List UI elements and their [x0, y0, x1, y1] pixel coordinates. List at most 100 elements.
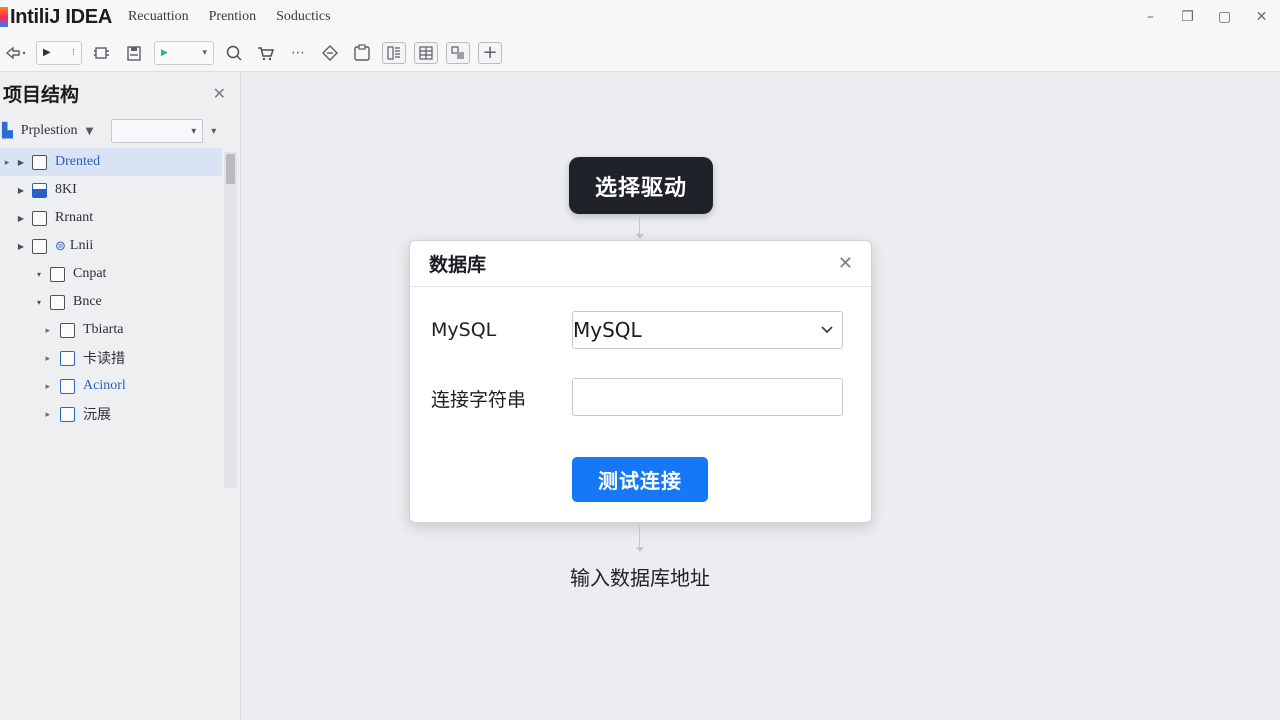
- window-controls: – ❐ ▢ ✕: [1132, 0, 1280, 34]
- globe-icon: ⊜: [55, 238, 66, 253]
- expand-arrow-icon[interactable]: ▸: [0, 325, 56, 336]
- expand-arrow-icon[interactable]: ▸: [0, 381, 56, 392]
- build-button[interactable]: [90, 41, 114, 65]
- tree-item-label: 沅展: [83, 408, 111, 423]
- search-button[interactable]: [222, 41, 246, 65]
- collapse-arrow-icon[interactable]: ▾: [14, 298, 46, 307]
- layout-button[interactable]: [382, 41, 406, 64]
- cart-icon: [258, 46, 275, 60]
- checkbox[interactable]: [32, 210, 47, 226]
- tree-item[interactable]: ▾ Cnpat: [0, 260, 222, 288]
- checkbox[interactable]: [32, 182, 47, 198]
- more-icon: ⋯: [291, 44, 305, 61]
- tree-item[interactable]: ▸ 卡读措: [0, 344, 222, 372]
- git-button[interactable]: [318, 41, 342, 65]
- checkbox[interactable]: [60, 322, 75, 338]
- project-filter-bar: ▙ Prplestion ▼ ▾ ▾: [0, 114, 240, 148]
- expand-arrow-icon[interactable]: ▶: [14, 158, 28, 167]
- menu-item-prention[interactable]: Prention: [209, 9, 256, 25]
- save-icon: [127, 45, 141, 61]
- tree-item[interactable]: ▸ ▶ Drented: [0, 148, 222, 176]
- tree-item-label: Drented: [55, 154, 101, 169]
- title-bar: IntiliJ IDEA Recuattion Prention Soducti…: [0, 0, 1280, 34]
- menu-item-recuattion[interactable]: Recuattion: [128, 9, 189, 25]
- tree-item-label: Lnii: [69, 238, 94, 253]
- tree-item[interactable]: ▶ Rrnant: [0, 204, 222, 232]
- checkbox[interactable]: [32, 154, 47, 170]
- build-icon: [94, 46, 109, 59]
- maximize-button[interactable]: ▢: [1206, 2, 1243, 32]
- expand-arrow-icon[interactable]: ▸: [0, 157, 14, 168]
- minimize-button[interactable]: –: [1132, 2, 1169, 32]
- dialog-header: 数据库 ✕: [410, 241, 871, 287]
- tree-item-label: 8KI: [55, 182, 77, 197]
- menu-item-soductics[interactable]: Soductics: [276, 9, 330, 25]
- close-window-button[interactable]: ✕: [1243, 2, 1280, 32]
- checkbox[interactable]: [60, 378, 75, 394]
- expand-arrow-icon[interactable]: ▸: [0, 409, 56, 420]
- minimize-icon: –: [1147, 9, 1154, 25]
- run-target-dropdown[interactable]: ▶ ▾: [154, 40, 214, 65]
- layout-icon: [387, 45, 400, 60]
- driver-select-value: MySQL: [573, 318, 642, 342]
- tree-item[interactable]: ▸ Acinorl: [0, 372, 222, 400]
- tree-item[interactable]: ▸ Tbiarta: [0, 316, 222, 344]
- checkbox[interactable]: [60, 350, 75, 366]
- run-config-dropdown[interactable]: ▶ ⁝: [36, 40, 82, 65]
- project-structure-panel: 项目结构 ✕ ▙ Prplestion ▼ ▾ ▾ ▸ ▶ Drented ▶ …: [0, 72, 241, 720]
- clipboard-button[interactable]: [350, 41, 374, 65]
- tree-item[interactable]: ▶ 8KI: [0, 176, 222, 204]
- panel-header: 项目结构 ✕: [0, 72, 240, 114]
- checkbox[interactable]: [32, 238, 47, 254]
- expand-arrow-icon[interactable]: ▶: [14, 214, 28, 223]
- main-menu: Recuattion Prention Soductics: [128, 9, 351, 25]
- project-tree: ▸ ▶ Drented ▶ 8KI ▶ Rrnant ▶ ⊜ Lnii ▾ Cn…: [0, 148, 240, 428]
- restore-icon: ❐: [1181, 9, 1194, 25]
- tree-item[interactable]: ▶ ⊜ Lnii: [0, 232, 222, 260]
- expand-arrow-icon[interactable]: ▶: [14, 242, 28, 251]
- project-view-dropdown[interactable]: Prplestion: [21, 123, 78, 139]
- grid-icon: [419, 45, 433, 60]
- tree-item[interactable]: ▸ 沅展: [0, 400, 222, 428]
- app-name: IntiliJ IDEA: [10, 5, 112, 28]
- save-button[interactable]: [122, 41, 146, 65]
- cart-button[interactable]: [254, 41, 278, 65]
- expand-arrow-icon[interactable]: ▸: [0, 353, 56, 364]
- checkbox[interactable]: [60, 406, 75, 422]
- database-dialog: 数据库 ✕ MySQL MySQL 连接字符串 测试连接: [409, 240, 872, 523]
- chevron-down-icon[interactable]: ▾: [211, 126, 216, 137]
- run-icon: ▶: [161, 47, 168, 58]
- chevron-down-icon[interactable]: ▼: [86, 126, 94, 137]
- driver-select[interactable]: MySQL: [572, 311, 843, 349]
- select-driver-callout: 选择驱动: [569, 157, 713, 214]
- test-connection-button[interactable]: 测试连接: [572, 457, 708, 502]
- app-logo: IntiliJ IDEA: [0, 0, 112, 34]
- tree-item-label: Rrnant: [55, 210, 94, 225]
- grid-button[interactable]: [414, 41, 438, 64]
- collapse-arrow-icon[interactable]: ▾: [14, 270, 46, 279]
- checkbox[interactable]: [50, 266, 65, 282]
- restore-button[interactable]: ❐: [1169, 2, 1206, 32]
- more-button[interactable]: ⋯: [286, 41, 310, 65]
- add-button[interactable]: +: [478, 41, 502, 64]
- clipboard-icon: [354, 43, 370, 61]
- chevron-down-icon: [821, 326, 833, 334]
- back-button[interactable]: [4, 41, 28, 65]
- scrollbar-thumb[interactable]: [226, 154, 235, 184]
- connection-string-input[interactable]: [572, 378, 843, 416]
- scope-select[interactable]: ▾: [111, 119, 204, 143]
- panel-title: 项目结构: [3, 83, 80, 106]
- sidebar-scrollbar[interactable]: [224, 152, 237, 488]
- tree-item[interactable]: ▾ Bnce: [0, 288, 222, 316]
- add-icon: +: [482, 42, 498, 63]
- close-panel-button[interactable]: ✕: [213, 84, 226, 103]
- close-icon: ✕: [1255, 9, 1268, 25]
- dialog-close-button[interactable]: ✕: [838, 253, 853, 274]
- checkbox[interactable]: [50, 294, 65, 310]
- chevron-icon: ⁝: [72, 47, 75, 58]
- git-icon: [322, 44, 338, 61]
- main-toolbar: ▶ ⁝ ▶ ▾ ⋯ +: [0, 34, 1280, 72]
- split-button[interactable]: [446, 41, 470, 64]
- tree-item-label: Acinorl: [83, 378, 126, 393]
- expand-arrow-icon[interactable]: ▶: [14, 186, 28, 195]
